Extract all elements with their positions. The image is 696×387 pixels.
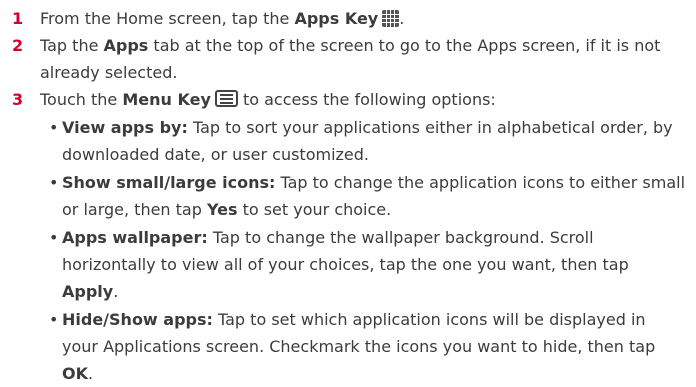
step-text-post: .	[399, 9, 405, 28]
apps-grid-icon	[382, 10, 400, 27]
step-text-pre: Touch the	[40, 90, 123, 109]
option-action: OK	[62, 364, 88, 383]
option-label: Show small/large icons:	[62, 173, 276, 192]
option-view-apps-by: • View apps by: Tap to sort your applicat…	[49, 114, 686, 168]
options-list: • View apps by: Tap to sort your applicat…	[49, 114, 686, 387]
step-text-post: to access the following options:	[237, 90, 496, 109]
menu-key-icon	[214, 90, 238, 107]
bullet-dot: •	[49, 173, 59, 192]
option-text-end: .	[113, 282, 119, 301]
instructions-page: 1 From the Home screen, tap the Apps Key…	[0, 0, 696, 383]
step-key-name: Menu Key	[122, 90, 211, 109]
bullet-dot: •	[49, 228, 59, 247]
option-action: Apply	[62, 282, 114, 301]
step-text-pre: Tap the	[40, 36, 104, 55]
bullet-dot: •	[49, 310, 59, 329]
step-number: 3	[12, 90, 24, 109]
option-text-end: .	[88, 364, 94, 383]
option-label: View apps by:	[62, 118, 188, 137]
step-key-name: Apps Key	[294, 9, 379, 28]
option-label: Hide/Show apps:	[62, 310, 213, 329]
step-number: 2	[12, 36, 24, 55]
option-label: Apps wallpaper:	[62, 228, 208, 247]
step-1: 1 From the Home screen, tap the Apps Key…	[12, 5, 686, 32]
option-text-end: to set your choice.	[237, 200, 392, 219]
option-apps-wallpaper: • Apps wallpaper: Tap to change the wallp…	[49, 224, 686, 305]
step-number: 1	[12, 9, 24, 28]
option-hide-show-apps: • Hide/Show apps: Tap to set which applic…	[49, 306, 686, 387]
step-text: From the Home screen, tap the Apps Key.	[40, 5, 686, 32]
step-2: 2 Tap the Apps tab at the top of the scr…	[12, 32, 686, 86]
step-text: Tap the Apps tab at the top of the scree…	[40, 32, 686, 86]
step-text-pre: From the Home screen, tap the	[40, 9, 295, 28]
step-tab-name: Apps	[103, 36, 149, 55]
step-3: 3 Touch the Menu Key to access the follo…	[12, 86, 686, 113]
step-text: Touch the Menu Key to access the followi…	[40, 86, 686, 113]
bullet-dot: •	[49, 118, 59, 137]
option-show-icons: • Show small/large icons: Tap to change t…	[49, 169, 686, 223]
option-action: Yes	[206, 200, 238, 219]
